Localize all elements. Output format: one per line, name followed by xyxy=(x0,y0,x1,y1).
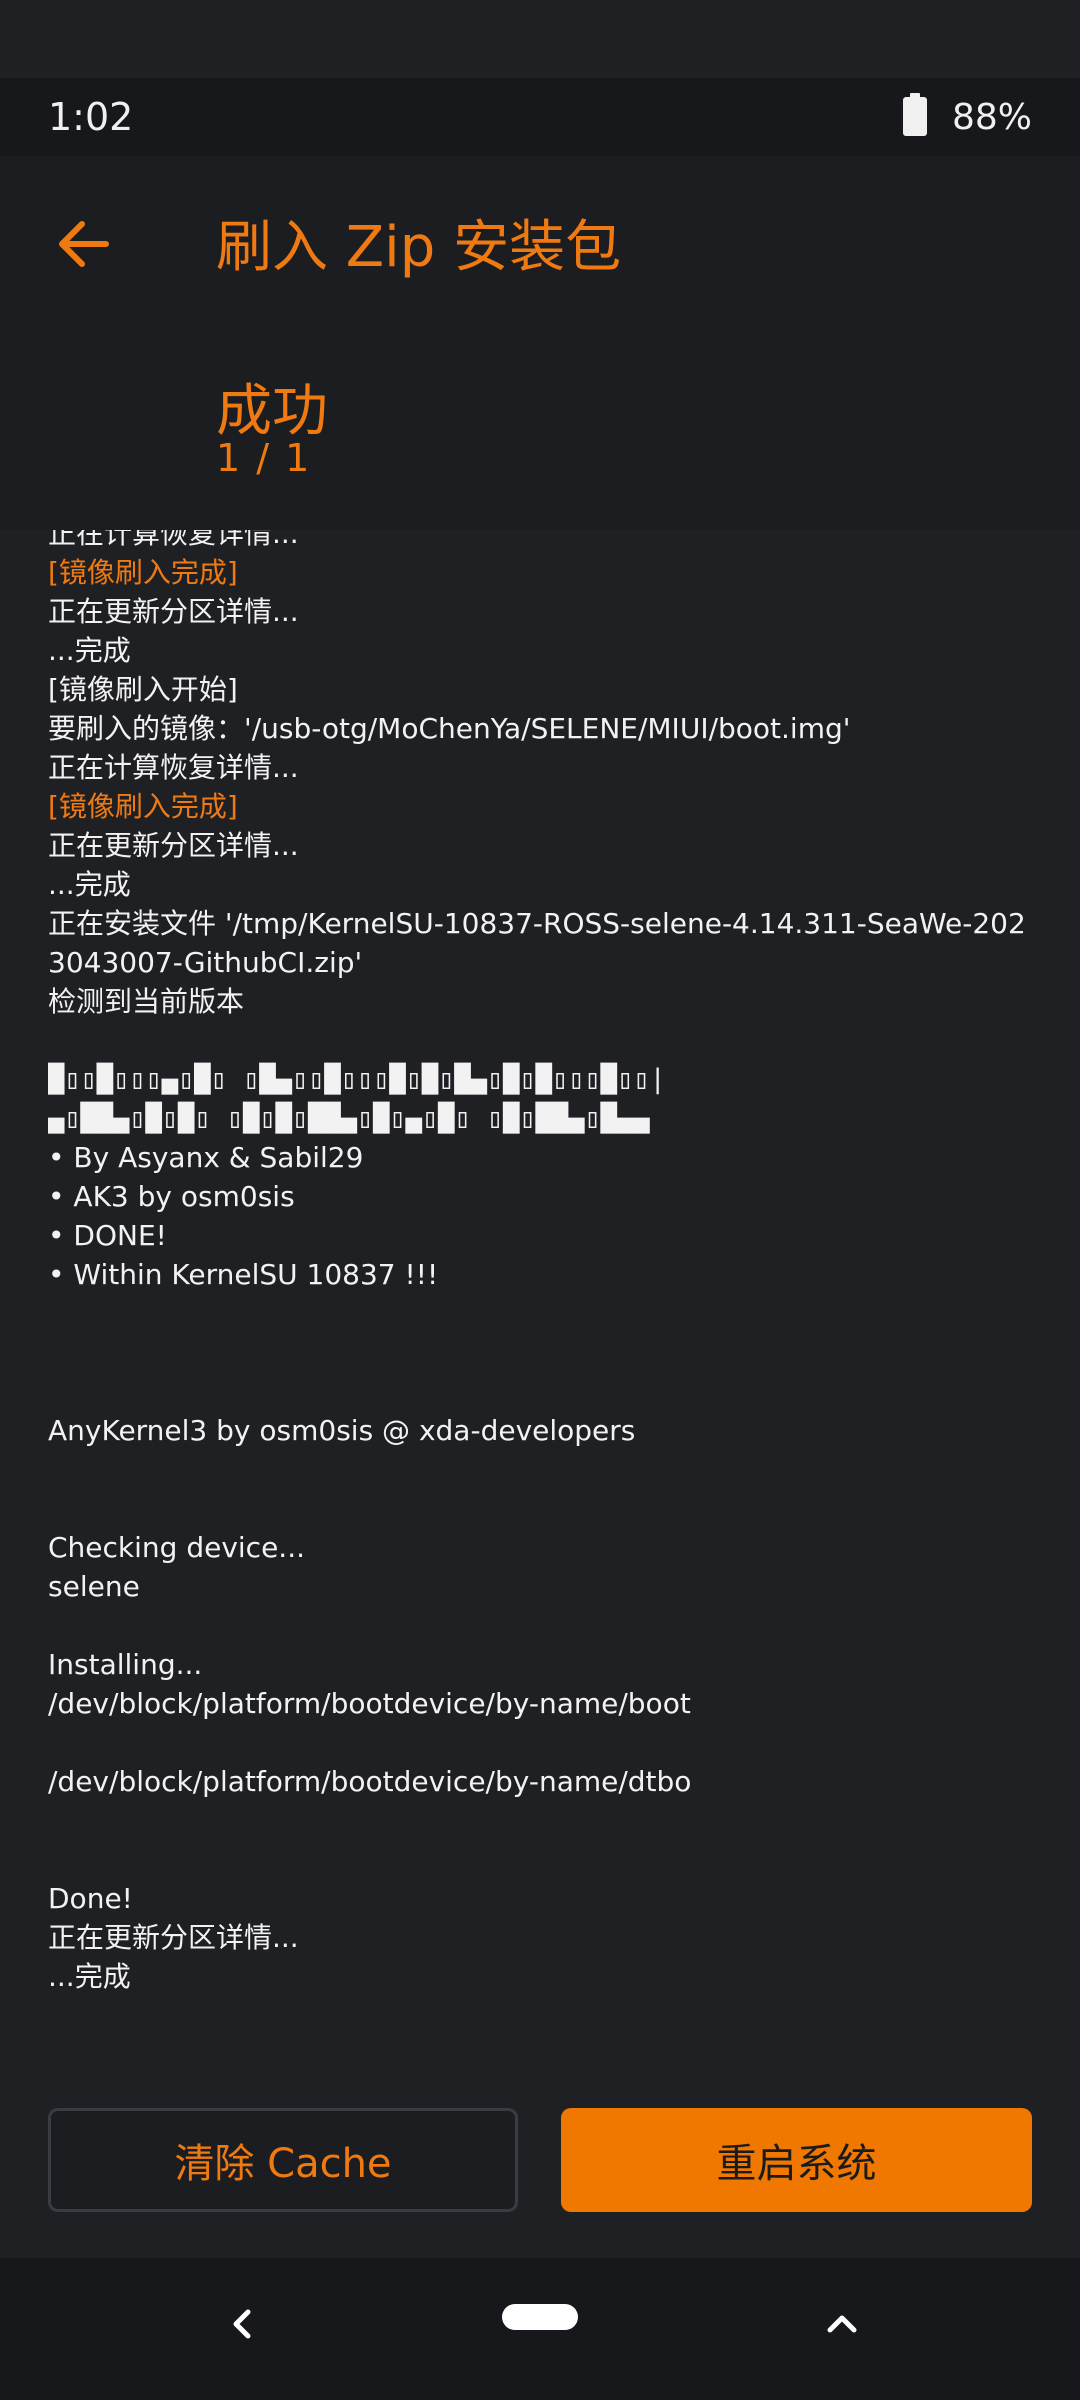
log-line: 正在计算恢复详情... xyxy=(48,530,299,550)
log-line: /dev/block/platform/bootdevice/by-name/b… xyxy=(48,1687,691,1720)
status-time: 1:02 xyxy=(48,95,134,139)
log-line: 正在更新分区详情... xyxy=(48,829,299,862)
nav-home-button[interactable] xyxy=(502,2304,578,2330)
log-line: ...完成 xyxy=(48,634,131,667)
clear-cache-button[interactable]: 清除 Cache xyxy=(48,2108,518,2212)
reboot-system-button[interactable]: 重启系统 xyxy=(561,2108,1032,2212)
install-log[interactable]: 正在计算恢复详情... [镜像刷入完成] 正在更新分区详情... ...完成 [镜像刷入… xyxy=(0,530,1080,2070)
log-line: [镜像刷入开始] xyxy=(48,673,238,706)
log-line: 要刷入的镜像：'/usb-otg/MoChenYa/SELENE/MIUI/bo… xyxy=(48,712,851,745)
log-line: ▄▯██▄▯█▯█▯ ▯█▯█▯██▄▯█▯▄▯█▯ ▯█▯██▄▯█▄▄ xyxy=(48,1103,650,1134)
log-line: Checking device... xyxy=(48,1531,306,1564)
log-line: Done! xyxy=(48,1882,133,1915)
log-line: Installing... xyxy=(48,1648,203,1681)
nav-back-button[interactable] xyxy=(220,2302,264,2346)
arrow-left-icon xyxy=(59,221,109,267)
chevron-left-icon xyxy=(233,2309,251,2339)
log-line: 正在安装文件 '/tmp/KernelSU-10837-ROSS-selene-… xyxy=(48,907,1026,979)
log-line: • DONE! xyxy=(48,1219,167,1252)
log-line: 正在计算恢复详情... xyxy=(48,751,299,784)
battery-percent: 88% xyxy=(951,96,1032,138)
battery-icon xyxy=(902,93,928,141)
install-log-content: 正在计算恢复详情... [镜像刷入完成] 正在更新分区详情... ...完成 [镜像刷入… xyxy=(48,530,1032,1996)
flash-progress: 1 / 1 xyxy=(216,436,312,480)
log-line: AnyKernel3 by osm0sis @ xda-developers xyxy=(48,1414,636,1447)
log-line: [镜像刷入完成] xyxy=(48,556,238,589)
status-right: 88% xyxy=(902,93,1032,141)
status-bar: 1:02 88% xyxy=(0,78,1080,156)
top-band xyxy=(0,0,1080,78)
back-button[interactable] xyxy=(52,212,116,276)
navigation-bar xyxy=(0,2258,1080,2400)
log-line: 正在更新分区详情... xyxy=(48,1921,299,1954)
log-line: /dev/block/platform/bootdevice/by-name/d… xyxy=(48,1765,692,1798)
log-line: ...完成 xyxy=(48,868,131,901)
log-line: 正在更新分区详情... xyxy=(48,595,299,628)
action-buttons: 清除 Cache 重启系统 xyxy=(0,2108,1080,2212)
log-line: █▯▯█▯▯▯▄▯█▯ ▯█▄▯▯█▯▯▯█▯█▯█▄▯█▯█▯▯▯█▯▯| xyxy=(48,1064,666,1095)
log-line: • Within KernelSU 10837 !!! xyxy=(48,1258,439,1291)
log-line: [镜像刷入完成] xyxy=(48,790,238,823)
log-line: • By Asyanx & Sabil29 xyxy=(48,1141,364,1174)
nav-recent-button[interactable] xyxy=(820,2302,864,2346)
log-line: ...完成 xyxy=(48,1960,131,1993)
page-title: 刷入 Zip 安装包 xyxy=(216,215,622,280)
header: 刷入 Zip 安装包 成功 1 / 1 xyxy=(0,156,1080,530)
log-line: • AK3 by osm0sis xyxy=(48,1180,295,1213)
flash-status: 成功 xyxy=(216,379,328,444)
log-line: selene xyxy=(48,1570,140,1603)
log-line: 检测到当前版本 xyxy=(48,985,245,1018)
chevron-up-icon xyxy=(827,2315,857,2333)
